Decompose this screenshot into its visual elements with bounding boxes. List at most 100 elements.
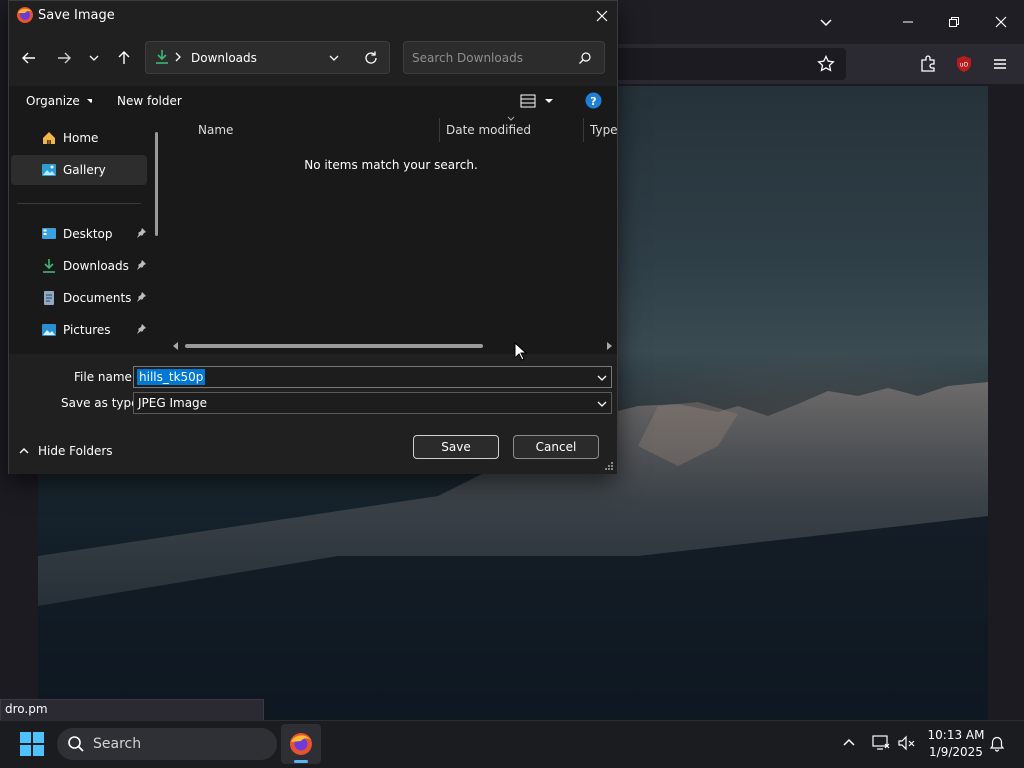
- cancel-button[interactable]: Cancel: [513, 435, 599, 459]
- save-as-type-label: Save as type:: [61, 396, 143, 410]
- pin-icon: [137, 324, 146, 334]
- status-link-text: dro.pm: [0, 699, 264, 721]
- breadcrumb-downloads[interactable]: Downloads: [191, 51, 257, 65]
- column-divider[interactable]: [439, 118, 440, 142]
- organize-menu-button[interactable]: Organize: [18, 90, 92, 112]
- column-header-date-modified[interactable]: Date modified: [446, 123, 531, 137]
- chevron-down-icon[interactable]: [596, 372, 608, 384]
- pin-icon: [137, 228, 146, 238]
- pictures-icon: [42, 324, 56, 336]
- start-button[interactable]: [20, 732, 44, 756]
- address-dropdown-icon[interactable]: [328, 52, 340, 64]
- empty-message: No items match your search.: [304, 158, 478, 172]
- gallery-icon: [42, 164, 56, 176]
- hamburger-menu-icon: [994, 59, 1006, 69]
- breadcrumb-separator-icon: [174, 51, 182, 63]
- up-button[interactable]: [108, 42, 140, 74]
- nav-divider: [17, 203, 141, 204]
- list-all-tabs-button[interactable]: [810, 6, 842, 38]
- recent-locations-button[interactable]: [78, 42, 110, 74]
- firefox-icon: [290, 733, 312, 755]
- file-name-combobox[interactable]: hills_tk50p: [133, 366, 612, 388]
- taskbar-firefox-button[interactable]: [281, 724, 321, 764]
- puzzle-icon: [921, 55, 935, 72]
- file-name-label: File name:: [74, 370, 136, 384]
- caret-down-icon: [545, 99, 553, 103]
- nav-scrollbar[interactable]: [155, 132, 158, 236]
- clock-time[interactable]: 10:13 AM: [924, 728, 988, 742]
- chevron-up-icon: [19, 448, 29, 454]
- help-icon: ?: [585, 92, 602, 109]
- column-header-name[interactable]: Name: [198, 123, 233, 137]
- navigation-pane: Home Gallery Desktop Downloads Documents…: [9, 116, 165, 354]
- save-as-type-select[interactable]: JPEG Image: [133, 392, 612, 414]
- new-folder-button[interactable]: New folder: [117, 94, 182, 108]
- ublock-shield-icon: uO: [957, 56, 971, 72]
- mouse-cursor-icon: [514, 342, 528, 362]
- hide-folders-button[interactable]: Hide Folders: [18, 442, 114, 460]
- network-icon[interactable]: [872, 735, 890, 751]
- save-button[interactable]: Save: [413, 435, 499, 459]
- nav-item-gallery[interactable]: Gallery: [11, 155, 147, 185]
- browser-close-button[interactable]: [985, 6, 1017, 38]
- app-menu-button[interactable]: [984, 48, 1016, 80]
- firefox-icon: [16, 6, 34, 24]
- search-input[interactable]: [412, 49, 572, 67]
- extensions-button[interactable]: [912, 48, 944, 80]
- nav-item-documents[interactable]: Documents: [11, 283, 147, 313]
- hide-folders-label: Hide Folders: [38, 444, 113, 458]
- address-bar[interactable]: Downloads: [145, 41, 390, 74]
- notifications-button[interactable]: [989, 736, 1005, 752]
- file-name-input[interactable]: hills_tk50p: [137, 369, 206, 385]
- search-icon: [578, 51, 592, 65]
- minimize-button[interactable]: [892, 6, 924, 38]
- clock-date[interactable]: 1/9/2025: [924, 745, 988, 759]
- taskbar-search-box[interactable]: Search: [57, 728, 277, 760]
- documents-icon: [44, 291, 54, 305]
- forward-button[interactable]: [48, 42, 80, 74]
- file-list-pane: Name Date modified Type No items match y…: [165, 116, 618, 354]
- list-view-icon: [520, 94, 536, 108]
- bell-icon: [989, 736, 1005, 752]
- column-header-type[interactable]: Type: [590, 123, 618, 137]
- organize-label: Organize: [26, 94, 80, 108]
- refresh-button[interactable]: [355, 42, 387, 74]
- arrow-left-icon: [22, 52, 35, 64]
- dialog-title: Save Image: [38, 8, 115, 23]
- close-icon: [596, 10, 608, 22]
- search-downloads-box[interactable]: [403, 41, 605, 74]
- svg-text:?: ?: [590, 95, 596, 108]
- nav-item-desktop[interactable]: Desktop: [11, 219, 147, 249]
- volume-muted-icon[interactable]: [898, 735, 916, 751]
- star-icon: [817, 55, 835, 72]
- chevron-down-icon: [820, 19, 832, 27]
- view-options-button[interactable]: [520, 92, 560, 110]
- arrow-up-icon: [118, 51, 130, 64]
- restore-button[interactable]: [938, 6, 970, 38]
- chevron-down-icon: [89, 55, 99, 61]
- search-icon: [68, 736, 84, 752]
- column-divider[interactable]: [583, 118, 584, 142]
- dialog-close-button[interactable]: [586, 0, 618, 32]
- help-button[interactable]: ?: [585, 92, 602, 109]
- bookmark-star-button[interactable]: [810, 48, 842, 80]
- ublock-origin-button[interactable]: uO: [948, 48, 980, 80]
- running-app-indicator: [294, 760, 308, 763]
- chevron-down-icon[interactable]: [596, 398, 608, 410]
- nav-item-pictures[interactable]: Pictures: [11, 315, 147, 345]
- caret-down-icon: [86, 99, 92, 103]
- nav-item-downloads[interactable]: Downloads: [11, 251, 147, 281]
- show-hidden-icons-button[interactable]: [842, 736, 856, 750]
- windows-logo-icon: [20, 732, 44, 756]
- svg-text:uO: uO: [960, 62, 969, 69]
- resize-grip-icon[interactable]: [604, 461, 614, 471]
- nav-item-home[interactable]: Home: [11, 123, 147, 153]
- scroll-right-arrow[interactable]: [605, 342, 613, 350]
- back-button[interactable]: [13, 42, 45, 74]
- horizontal-scrollbar-thumb[interactable]: [185, 344, 483, 348]
- sort-indicator-icon: [507, 116, 515, 122]
- save-as-type-value: JPEG Image: [138, 396, 208, 410]
- scroll-left-arrow[interactable]: [172, 342, 180, 350]
- downloads-icon: [43, 259, 55, 273]
- arrow-right-icon: [58, 52, 71, 64]
